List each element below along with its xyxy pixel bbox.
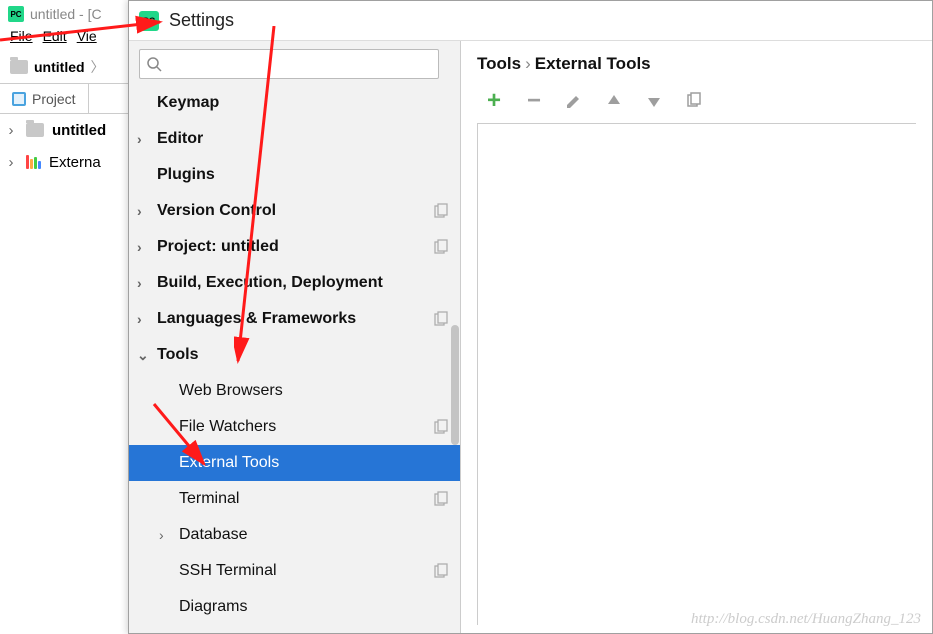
settings-item-database[interactable]: › Database <box>129 517 460 553</box>
settings-title: Settings <box>169 10 234 31</box>
settings-item-ssh-terminal[interactable]: SSH Terminal <box>129 553 460 589</box>
chevron-icon: › <box>137 311 142 327</box>
settings-item-label: Web Browsers <box>179 382 283 400</box>
settings-item-plugins[interactable]: Plugins <box>129 157 460 193</box>
watermark: http://blog.csdn.net/HuangZhang_123 <box>691 611 921 628</box>
menu-edit[interactable]: Edit <box>39 28 71 50</box>
chevron-icon: ⌄ <box>137 347 149 364</box>
settings-item-label: Tools <box>157 346 198 364</box>
external-tools-toolbar: + − <box>477 79 916 123</box>
settings-item-label: SSH Terminal <box>179 562 277 580</box>
settings-dialog: Settings Keymap › Editor Plugins › Version Co… <box>128 0 933 634</box>
settings-item-label: Terminal <box>179 490 239 508</box>
menu-view[interactable]: Vie <box>73 28 101 50</box>
breadcrumb-root[interactable]: untitled <box>34 59 85 75</box>
settings-item-file-watchers[interactable]: File Watchers <box>129 409 460 445</box>
settings-item-keymap[interactable]: Keymap <box>129 85 460 121</box>
app-icon <box>139 11 159 31</box>
folder-icon <box>10 60 28 74</box>
chevron-icon: › <box>137 131 142 147</box>
project-icon <box>12 92 26 106</box>
move-down-button <box>643 90 665 112</box>
chevron-right-icon: 〉 <box>91 57 105 77</box>
move-up-button <box>603 90 625 112</box>
copy-icon <box>432 238 450 256</box>
copy-button <box>683 90 705 112</box>
settings-item-label: Plugins <box>157 166 215 184</box>
main-window-title: untitled - [C <box>30 6 102 22</box>
copy-icon <box>432 562 450 580</box>
copy-icon <box>432 310 450 328</box>
edit-button <box>563 90 585 112</box>
settings-content: Tools › External Tools + − <box>461 41 932 633</box>
folder-icon <box>26 123 44 137</box>
chevron-icon: › <box>137 203 142 219</box>
tree-external-label: Externa <box>49 154 101 171</box>
search-input[interactable] <box>168 56 432 72</box>
chevron-right-icon[interactable]: › <box>4 122 18 139</box>
settings-item-label: Version Control <box>157 202 276 220</box>
settings-item-label: Diagrams <box>179 598 247 616</box>
copy-icon <box>432 490 450 508</box>
settings-item-label: Build, Execution, Deployment <box>157 274 383 292</box>
settings-item-label: Project: untitled <box>157 238 279 256</box>
settings-item-label: File Watchers <box>179 418 276 436</box>
settings-titlebar: Settings <box>129 1 932 41</box>
copy-icon <box>432 202 450 220</box>
settings-item-diagrams[interactable]: Diagrams <box>129 589 460 625</box>
breadcrumb-sep: › <box>525 54 531 74</box>
copy-icon <box>432 418 450 436</box>
chevron-icon: › <box>159 527 164 543</box>
chevron-icon: › <box>137 275 142 291</box>
menu-file[interactable]: File <box>6 28 37 50</box>
tree-root-label: untitled <box>52 122 106 139</box>
chevron-icon: › <box>137 239 142 255</box>
settings-item-label: Keymap <box>157 94 219 112</box>
settings-search[interactable] <box>139 49 439 79</box>
settings-breadcrumb: Tools › External Tools <box>477 49 916 79</box>
settings-item-languages-frameworks[interactable]: › Languages & Frameworks <box>129 301 460 337</box>
settings-item-build-execution-deployment[interactable]: › Build, Execution, Deployment <box>129 265 460 301</box>
settings-item-label: External Tools <box>179 454 279 472</box>
settings-item-tools[interactable]: ⌄ Tools <box>129 337 460 373</box>
settings-item-web-browsers[interactable]: Web Browsers <box>129 373 460 409</box>
external-tools-list[interactable] <box>477 123 916 625</box>
tab-project[interactable]: Project <box>0 84 89 113</box>
chevron-right-icon[interactable]: › <box>4 154 18 171</box>
settings-item-terminal[interactable]: Terminal <box>129 481 460 517</box>
settings-item-label: Database <box>179 526 248 544</box>
settings-item-label: Languages & Frameworks <box>157 310 356 328</box>
settings-item-label: Editor <box>157 130 203 148</box>
search-icon <box>146 56 162 72</box>
settings-sidebar: Keymap › Editor Plugins › Version Control › Pro… <box>129 41 461 633</box>
app-icon <box>8 6 24 22</box>
settings-item-editor[interactable]: › Editor <box>129 121 460 157</box>
project-tab-label: Project <box>32 91 76 107</box>
remove-button: − <box>523 90 545 112</box>
external-libs-icon <box>26 155 41 169</box>
breadcrumb-leaf: External Tools <box>535 54 651 74</box>
settings-item-project-untitled[interactable]: › Project: untitled <box>129 229 460 265</box>
breadcrumb-parent[interactable]: Tools <box>477 54 521 74</box>
settings-item-external-tools[interactable]: External Tools <box>129 445 460 481</box>
add-button[interactable]: + <box>483 90 505 112</box>
settings-item-version-control[interactable]: › Version Control <box>129 193 460 229</box>
settings-tree: Keymap › Editor Plugins › Version Control › Pro… <box>129 85 460 633</box>
